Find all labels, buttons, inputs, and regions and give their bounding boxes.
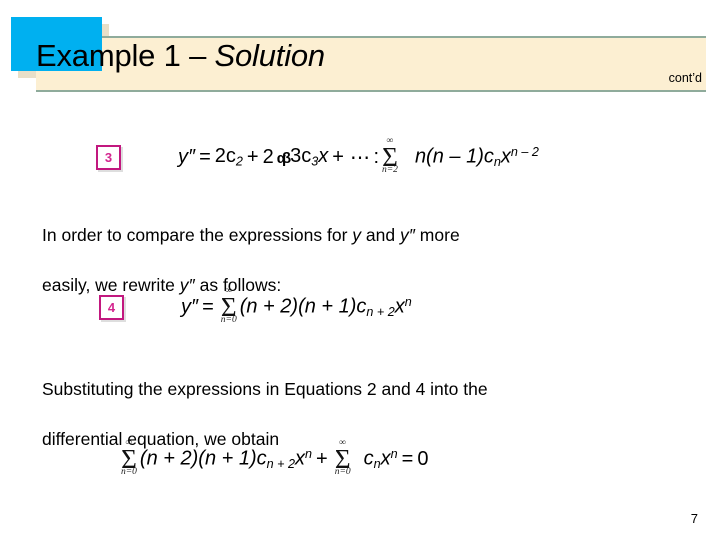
eq5-equals: = [401,447,414,470]
p1-var-y: y [352,225,362,245]
eq3-summand-exp: n – 2 [510,145,539,160]
paragraph-compare-expressions: In order to compare the expressions for … [42,198,682,298]
p2-line1: Substituting the expressions in Equation… [42,379,488,399]
eq3-artifact-glyph: αβ [276,149,291,167]
paragraph-substituting: Substituting the expressions in Equation… [42,352,692,452]
eq5-exp-1: n [305,447,313,462]
eq5-sum1-lower-limit: n=0 [121,466,137,477]
equation-5-row: ∞ Σ n=0 (n + 2)(n + 1)cn + 2xn + ∞ Σ n=0… [118,438,429,478]
eq3-term3-base: 3c [290,145,312,168]
slide-header: Example 1 – Solution cont’d [0,0,720,100]
page-title-plain: Example 1 – [36,38,215,73]
eq3-term3-var: x [318,145,329,168]
eq5-sum2-lower-limit: n=0 [334,466,351,477]
p1-var-ypp: y″ [399,225,415,245]
page-title: Example 1 – Solution [36,38,325,74]
equation-3-row: 3 y″ = 2c2 + 2 αβ 3c3x + ⋯ : ∞ Σ n=2 n(n… [96,136,539,176]
eq5-factor-1-sub: n + 2 [266,457,296,472]
eq3-colon: : [373,145,380,168]
equation-3-badge: 3 [96,144,121,170]
p1-part3: more [414,225,460,245]
page-number: 7 [690,511,698,526]
eq5-var-1: x [295,447,306,470]
eq3-plus1: + [246,145,259,168]
eq3-ellipsis: ⋯ [349,146,372,169]
eq4-factor: (n + 2)(n + 1)c [239,295,367,318]
eq3-summand-var: x [500,145,511,168]
eq4-lhs: y″ [181,295,199,318]
continued-label: cont’d [668,71,702,85]
eq4-equals: = [202,295,214,318]
eq5-summand-2: cnxn [364,447,398,471]
eq3-summation: ∞ Σ n=2 [382,136,398,175]
eq3-summand-sub: n [493,155,501,170]
eq4-summand: (n + 2)(n + 1)cn + 2xn [240,295,412,319]
eq5-factor-2: c [363,447,374,470]
eq5-var-2: x [380,447,391,470]
eq4-factor-sub: n + 2 [366,305,395,320]
eq5-factor-2-sub: n [373,457,381,472]
equation-4-badge: 4 [99,294,124,320]
eq5-summation-2: ∞ Σ n=0 [334,438,351,477]
p1-part1: In order to compare the expressions for [42,225,353,245]
eq3-summand: n(n – 1)cnxn – 2 [415,145,539,169]
page-title-italic: Solution [214,38,326,73]
eq5-factor-1: (n + 2)(n + 1)c [139,447,267,470]
eq3-summand-base: n(n – 1)c [414,145,494,168]
p1-part2: and [361,225,400,245]
eq5-exp-2: n [390,447,398,462]
equation-3-expression: y″ = 2c2 + 2 αβ 3c3x + ⋯ : ∞ Σ n=2 n(n –… [178,136,539,176]
eq4-summation: ∞ Σ n=0 [220,286,237,325]
eq3-term1-sub: 2 [235,154,243,169]
eq4-sum-lower-limit: n=0 [220,314,237,325]
equation-4-expression: y″ = ∞ Σ n=0 (n + 2)(n + 1)cn + 2xn [181,286,412,326]
eq3-term3: 3c3x [290,145,328,169]
eq5-plus: + [316,447,328,470]
eq5-rhs: 0 [417,447,429,470]
eq3-term2: 2 [262,145,274,168]
eq4-var: x [394,295,405,318]
eq3-term1-base: 2c [214,145,236,168]
eq3-term1: 2c2 [215,145,243,169]
eq3-sum-lower-limit: n=2 [382,164,398,175]
eq5-summation-1: ∞ Σ n=0 [121,438,137,477]
eq5-summand-1: (n + 2)(n + 1)cn + 2xn [140,447,312,471]
eq3-equals: = [199,145,211,168]
eq3-lhs: y″ [178,145,196,168]
eq4-exp: n [404,295,412,310]
equation-4-row: 4 y″ = ∞ Σ n=0 (n + 2)(n + 1)cn + 2xn [99,286,412,326]
equation-5-expression: ∞ Σ n=0 (n + 2)(n + 1)cn + 2xn + ∞ Σ n=0… [118,438,429,478]
eq3-plus2: + [332,145,344,168]
